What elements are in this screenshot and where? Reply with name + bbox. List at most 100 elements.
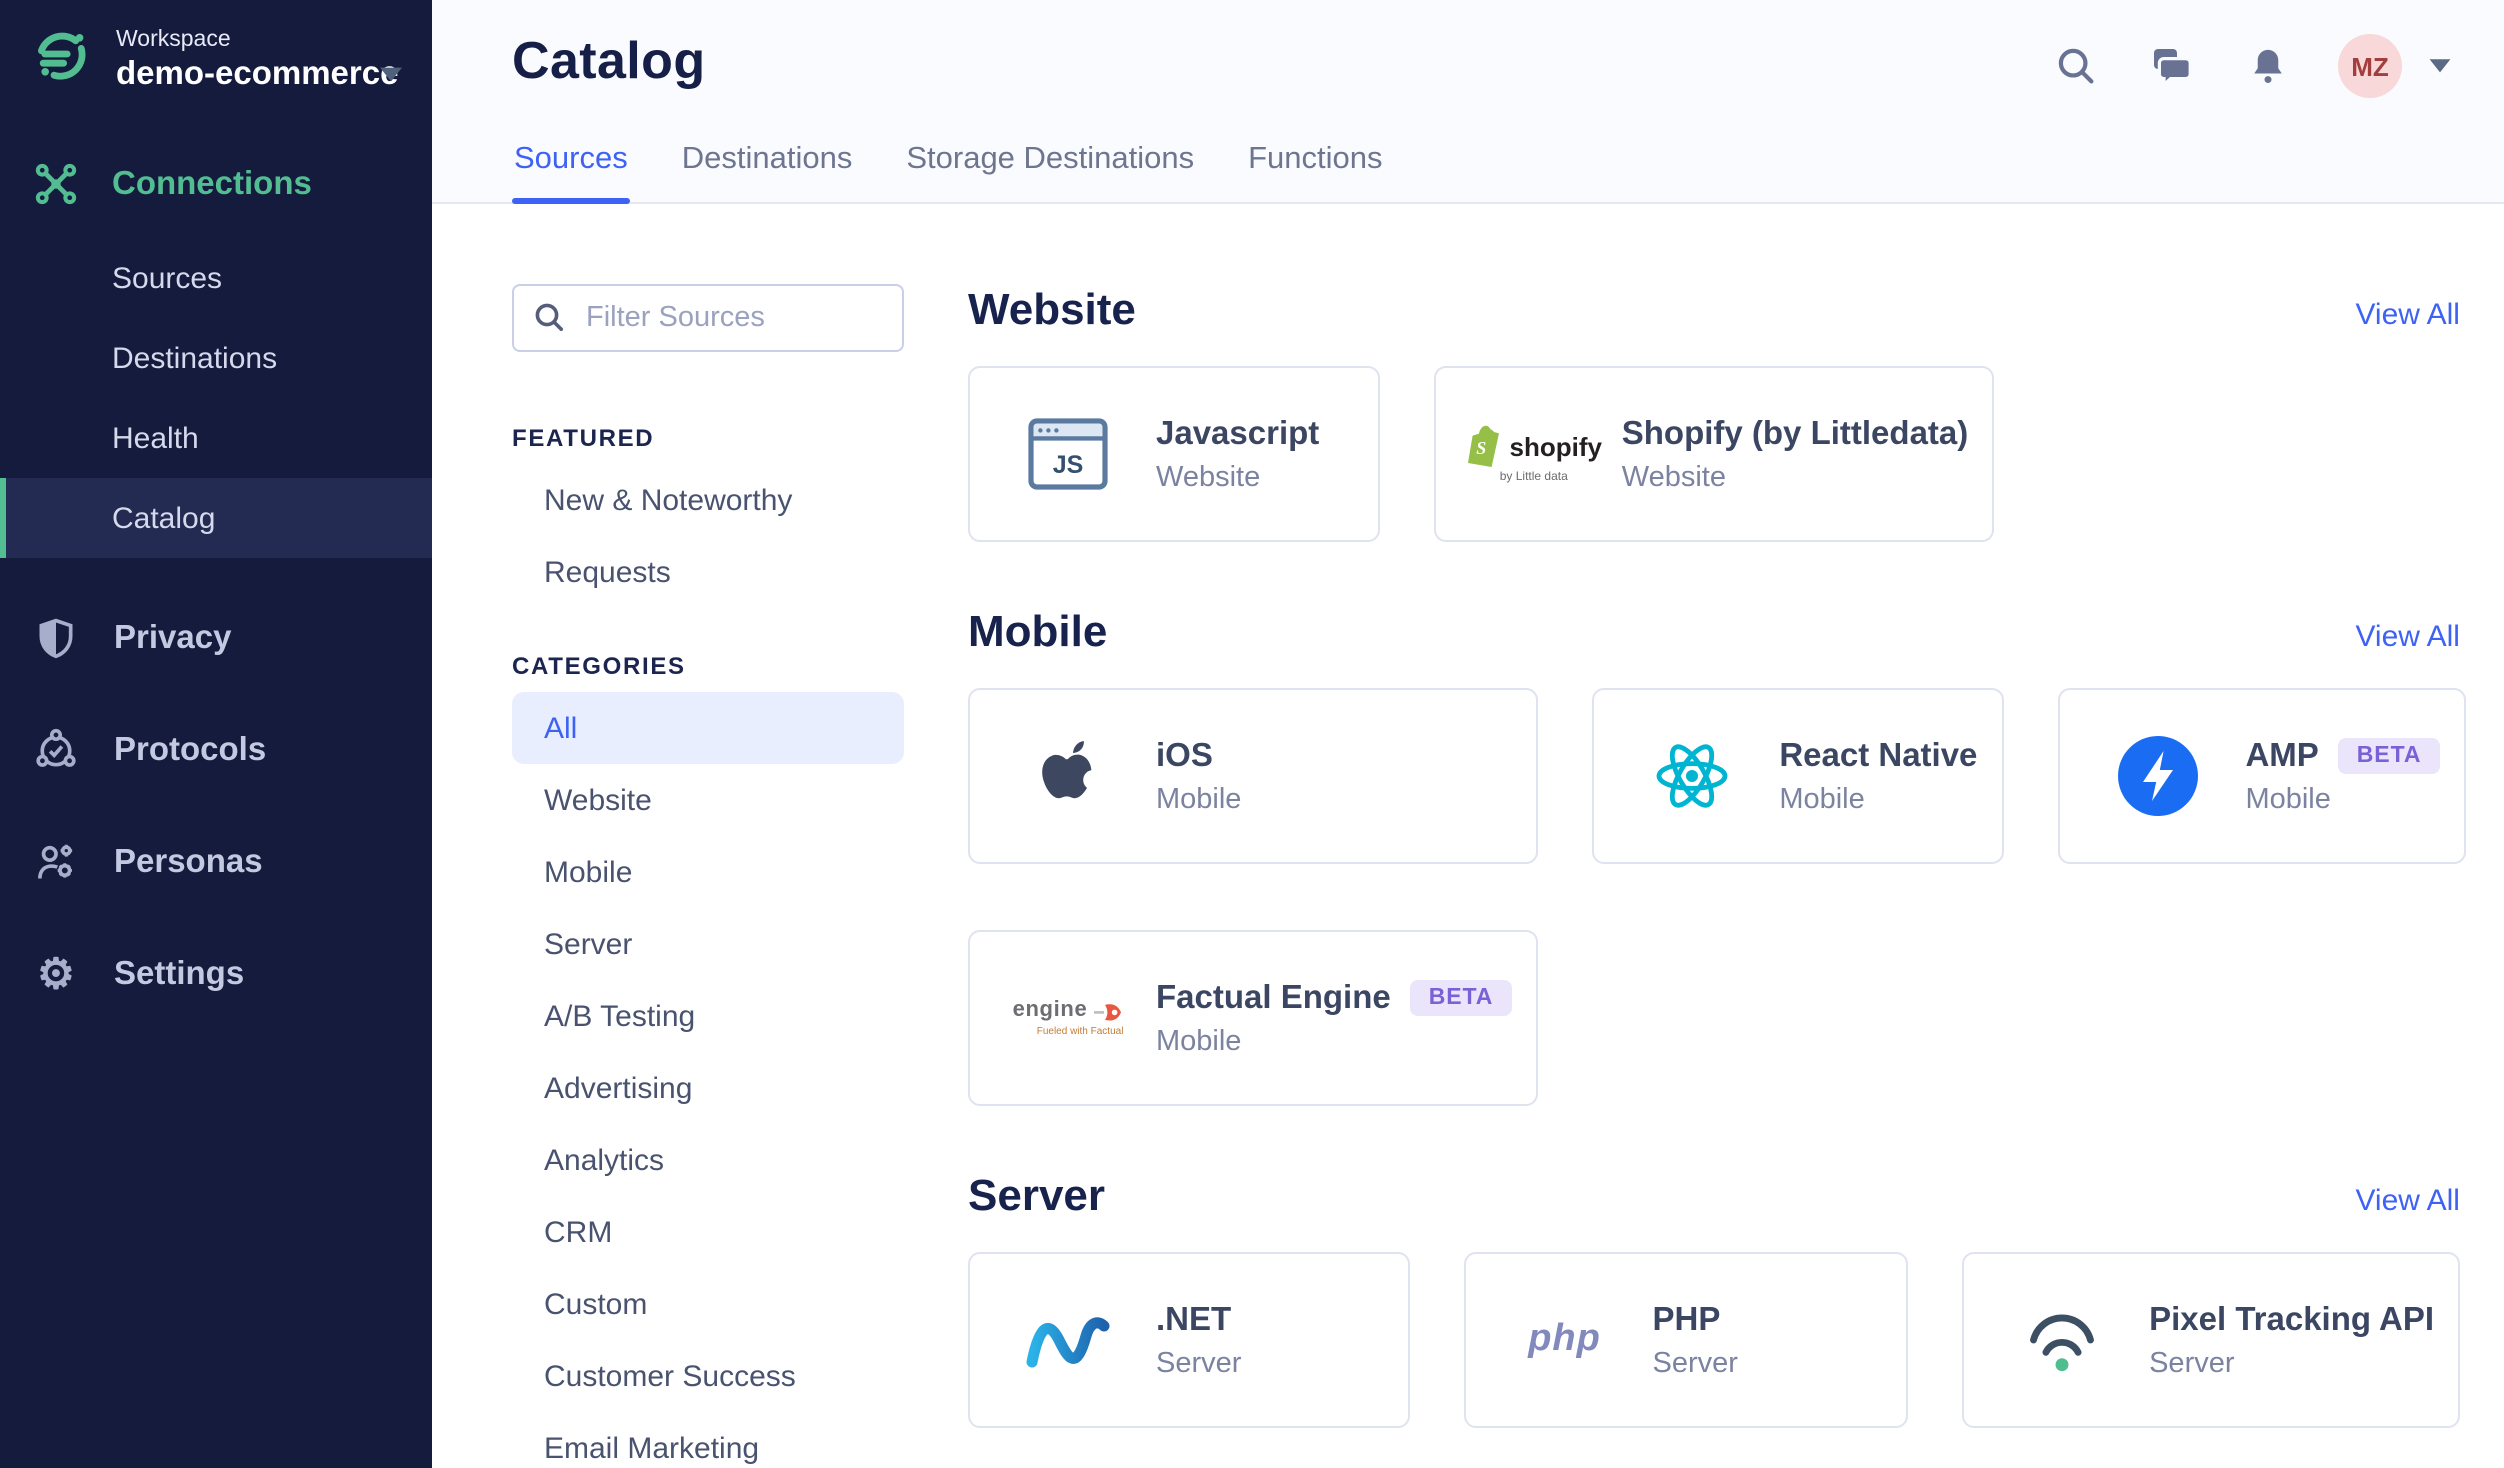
view-all-link[interactable]: View All xyxy=(2355,298,2460,332)
workspace-switcher[interactable]: Workspace demo-ecommerce xyxy=(0,0,432,98)
tab-functions[interactable]: Functions xyxy=(1246,142,1384,204)
category-item-advertising[interactable]: Advertising xyxy=(512,1052,904,1124)
search-icon xyxy=(532,300,568,346)
card-text: .NET Server xyxy=(1156,1301,1241,1379)
search-icon[interactable] xyxy=(2046,32,2106,100)
sidebar-item-catalog[interactable]: Catalog xyxy=(0,478,432,558)
tab-storage-destinations[interactable]: Storage Destinations xyxy=(904,142,1196,204)
category-item-website[interactable]: Website xyxy=(512,764,904,836)
svg-text:JS: JS xyxy=(1053,451,1084,479)
sidebar-item-destinations[interactable]: Destinations xyxy=(0,318,432,398)
category-item-mobile[interactable]: Mobile xyxy=(512,836,904,908)
php-icon: php xyxy=(1515,1318,1615,1362)
catalog-card-amp[interactable]: AMP BETA Mobile xyxy=(2057,688,2466,864)
category-item-ab-testing[interactable]: A/B Testing xyxy=(512,980,904,1052)
sidebar-item-label: Health xyxy=(112,421,199,455)
card-category: Website xyxy=(1156,461,1261,493)
apple-icon xyxy=(1018,732,1118,820)
card-title: .NET xyxy=(1156,1301,1232,1337)
card-title: Shopify (by Littledata) xyxy=(1621,415,1969,451)
card-text: iOS Mobile xyxy=(1156,737,1241,815)
sidebar-item-settings[interactable]: ⚙ Settings xyxy=(0,918,432,1030)
section-server: Server View All .NET Server php PHP Serv… xyxy=(968,1170,2460,1428)
cards-grid: .NET Server php PHP Server Pixel Trackin… xyxy=(968,1252,2460,1428)
chat-icon[interactable] xyxy=(2142,32,2202,100)
catalog-card-factual-engine[interactable]: engine Fueled with Factual Factual Engin… xyxy=(968,930,1538,1106)
sidebar-item-label: Personas xyxy=(114,843,263,879)
avatar[interactable]: MZ xyxy=(2338,34,2402,98)
catalog-card-javascript[interactable]: JS Javascript Website xyxy=(968,366,1380,542)
workspace-name: demo-ecommerce xyxy=(116,56,399,92)
bell-icon[interactable] xyxy=(2238,32,2298,100)
featured-item-new-noteworthy[interactable]: New & Noteworthy xyxy=(512,464,904,536)
sidebar-item-label: Protocols xyxy=(114,731,267,767)
sidebar-item-health[interactable]: Health xyxy=(0,398,432,478)
react-icon xyxy=(1641,736,1741,816)
section-mobile: Mobile View All iOS Mobile React Native … xyxy=(968,606,2466,1106)
svg-text:S: S xyxy=(1476,438,1486,458)
category-item-email-marketing[interactable]: Email Marketing xyxy=(512,1412,904,1468)
view-all-link[interactable]: View All xyxy=(2355,1184,2460,1218)
sidebar-item-personas[interactable]: Personas xyxy=(0,806,432,918)
sidebar-item-sources[interactable]: Sources xyxy=(0,238,432,318)
category-item-all[interactable]: All xyxy=(512,692,904,764)
featured-heading: FEATURED xyxy=(512,424,655,452)
category-item-analytics[interactable]: Analytics xyxy=(512,1124,904,1196)
screen: Workspace demo-ecommerce Connections Sou… xyxy=(0,0,2504,1468)
section-title: Mobile xyxy=(968,606,1108,656)
sidebar: Workspace demo-ecommerce Connections Sou… xyxy=(0,0,432,1468)
card-text: Javascript Website xyxy=(1156,415,1319,493)
sidebar-item-label: Privacy xyxy=(114,619,232,655)
category-item-customer-success[interactable]: Customer Success xyxy=(512,1340,904,1412)
dotnet-icon xyxy=(1018,1310,1118,1370)
catalog-card-react-native[interactable]: React Native Mobile xyxy=(1591,688,2004,864)
categories-heading: CATEGORIES xyxy=(512,652,686,680)
card-text: React Native Mobile xyxy=(1779,737,1977,815)
sidebar-item-privacy[interactable]: Privacy xyxy=(0,582,432,694)
beta-badge: BETA xyxy=(2338,738,2440,774)
card-category: Server xyxy=(2149,1347,2235,1379)
section-header: Mobile View All xyxy=(968,606,2460,658)
category-item-crm[interactable]: CRM xyxy=(512,1196,904,1268)
category-item-server[interactable]: Server xyxy=(512,908,904,980)
catalog-card-shopify[interactable]: S shopify by Little data Shopify (by Lit… xyxy=(1433,366,1995,542)
catalog-tabs: Sources Destinations Storage Destination… xyxy=(512,142,1385,204)
section-website: Website View All JS Javascript Website S… xyxy=(968,284,2460,542)
filter-sources-input[interactable] xyxy=(512,284,904,352)
catalog-card-php[interactable]: php PHP Server xyxy=(1464,1252,1908,1428)
card-text: AMP BETA Mobile xyxy=(2245,737,2440,815)
app-window: Workspace demo-ecommerce Connections Sou… xyxy=(0,0,2504,1468)
catalog-card-dotnet[interactable]: .NET Server xyxy=(968,1252,1411,1428)
category-item-custom[interactable]: Custom xyxy=(512,1268,904,1340)
card-text: Pixel Tracking API Server xyxy=(2149,1301,2434,1379)
view-all-link[interactable]: View All xyxy=(2355,620,2460,654)
shopify-icon: S shopify by Little data xyxy=(1467,424,1602,484)
factual-wordmark: engine xyxy=(1012,998,1088,1022)
section-header: Website View All xyxy=(968,284,2460,336)
pixel-tracking-icon xyxy=(2011,1302,2111,1378)
workspace-label: Workspace xyxy=(116,28,231,52)
sidebar-item-protocols[interactable]: Protocols xyxy=(0,694,432,806)
card-title: PHP xyxy=(1652,1301,1721,1337)
card-category: Mobile xyxy=(1779,783,1865,815)
connections-icon xyxy=(32,162,80,206)
connections-subnav: Sources Destinations Health Catalog xyxy=(0,238,432,558)
catalog-card-pixel-tracking-api[interactable]: Pixel Tracking API Server xyxy=(1961,1252,2460,1428)
workspace-info: Workspace demo-ecommerce xyxy=(116,28,399,94)
card-title: React Native xyxy=(1779,737,1978,773)
section-title: Website xyxy=(968,284,1136,334)
factual-engine-icon: engine Fueled with Factual xyxy=(1013,999,1124,1037)
sidebar-item-connections[interactable]: Connections xyxy=(0,158,432,210)
featured-item-requests[interactable]: Requests xyxy=(512,536,904,608)
cards-grid: iOS Mobile React Native Mobile AMP BETA … xyxy=(968,688,2466,1106)
tab-sources[interactable]: Sources xyxy=(512,142,630,204)
topbar: Catalog MZ Sources Destinations Storage … xyxy=(432,0,2504,204)
tab-destinations[interactable]: Destinations xyxy=(680,142,855,204)
shopify-byline: by Little data xyxy=(1499,472,1568,484)
card-title: iOS xyxy=(1156,737,1213,773)
catalog-card-ios[interactable]: iOS Mobile xyxy=(968,688,1538,864)
workspace-caret-icon xyxy=(378,58,404,94)
user-menu-caret-icon[interactable] xyxy=(2428,58,2452,74)
card-category: Mobile xyxy=(2245,783,2331,815)
categories-list: All Website Mobile Server A/B Testing Ad… xyxy=(512,692,904,1468)
